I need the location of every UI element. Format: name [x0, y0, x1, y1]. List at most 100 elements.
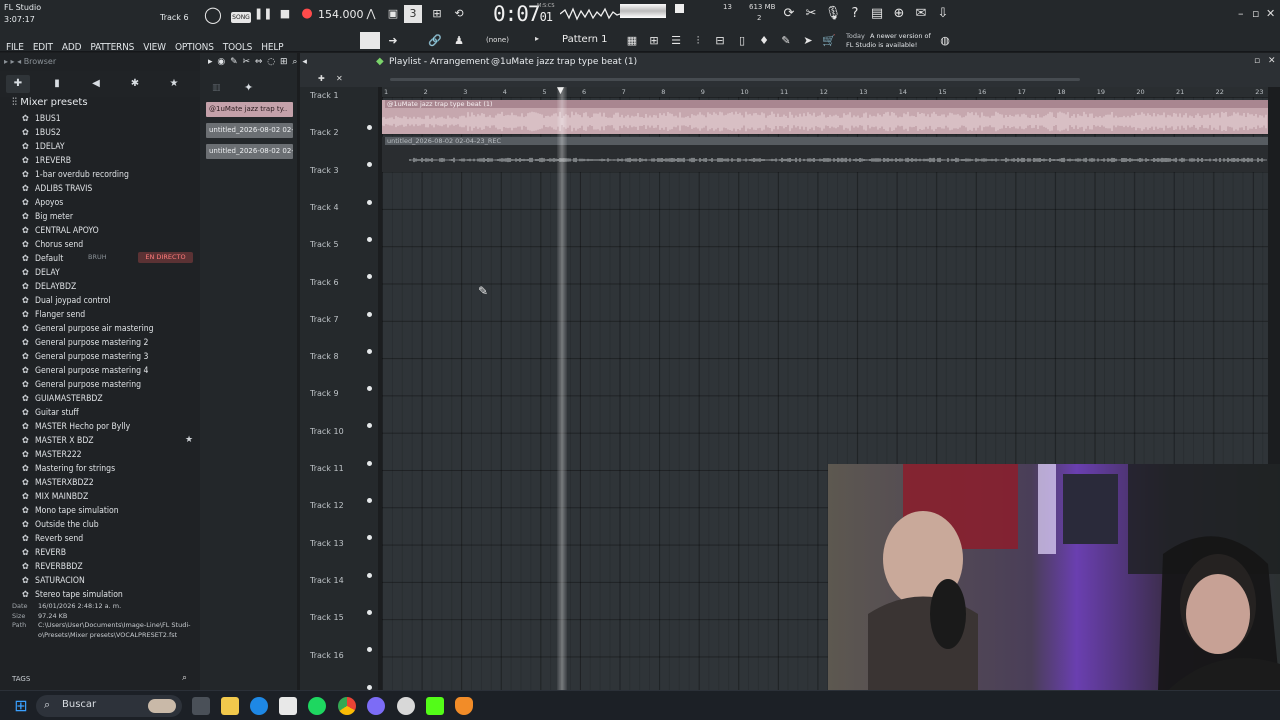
preset-item[interactable]: ✿ Reverb send — [22, 534, 83, 544]
preset-item[interactable]: ✿ 1REVERB — [22, 156, 71, 166]
timeline-ruler[interactable]: 1 2 3 4 5 6 7 8 9 10 11 12 13 14 15 16 17 18 19 20 21 22 23 — [382, 87, 1268, 97]
horizontal-scrollbar[interactable] — [390, 78, 1080, 81]
playlist-tools-icons[interactable]: ▸ ◉ ✎ ✂ ⇔ ◌ ⊞ ⌕ ◂ — [208, 57, 308, 67]
maximize-icon[interactable]: ▫ — [1252, 7, 1259, 20]
track-mute-led[interactable] — [367, 274, 372, 280]
edge-icon[interactable] — [250, 697, 268, 715]
track-name[interactable]: Track 14 — [310, 576, 344, 585]
preset-item[interactable]: ✿ MASTER X BDZ — [22, 436, 94, 446]
microphone-icon[interactable]: 🎙 — [824, 5, 842, 23]
track-name[interactable]: Track 15 — [310, 613, 344, 622]
file-explorer-icon[interactable] — [221, 697, 239, 715]
tempo-display[interactable]: 154.000 — [318, 8, 364, 21]
countdown-icon[interactable]: 3 — [404, 5, 422, 23]
step-edit-icon[interactable]: ⊞ — [428, 5, 446, 23]
export-icon[interactable]: ➤ — [799, 32, 817, 50]
track-name[interactable]: Track 9 — [310, 389, 339, 398]
mixer-link-icon[interactable]: ✂ — [802, 5, 820, 23]
playlist-pattern[interactable]: @1uMate jazz trap type beat (1) — [491, 57, 637, 67]
track-name[interactable]: Track 1 — [310, 91, 339, 100]
preset-item[interactable]: ✿ SATURACION — [22, 576, 85, 586]
track-mute-led[interactable] — [367, 498, 372, 503]
preset-item[interactable]: ✿ Default — [22, 254, 63, 264]
preset-item[interactable]: ✿ General purpose mastering 2 — [22, 338, 148, 348]
pattern-name[interactable]: Pattern 1 — [562, 34, 608, 45]
snap-icon[interactable] — [360, 32, 380, 49]
preset-item[interactable]: ✿ 1-bar overdub recording — [22, 170, 129, 180]
track-name[interactable]: Track 7 — [310, 315, 339, 324]
menu-edit[interactable]: EDIT — [33, 42, 53, 53]
track-name[interactable]: Track 4 — [310, 203, 339, 212]
tools-icon[interactable]: ✎ — [777, 32, 795, 50]
typing-keyboard-icon[interactable]: ⋀ — [362, 5, 380, 23]
browser-icon[interactable]: ⊟ — [711, 32, 729, 50]
favorite-star-icon[interactable]: ★ — [185, 435, 193, 445]
picker-pin-icon[interactable]: ▥ — [212, 83, 221, 93]
close-icon[interactable]: ✕ — [1266, 7, 1275, 20]
preset-item[interactable]: ✿ DELAY — [22, 268, 60, 278]
preset-item[interactable]: ✿ Chorus send — [22, 240, 83, 250]
track-mute-led[interactable] — [367, 423, 372, 429]
track-mute-led[interactable] — [367, 647, 372, 653]
menu-help[interactable]: HELP — [261, 42, 283, 53]
record-icon[interactable]: ● — [298, 5, 316, 23]
menu-file[interactable]: FILE — [6, 42, 24, 53]
preset-item[interactable]: ✿ 1BUS2 — [22, 128, 61, 138]
track-mute-led[interactable] — [367, 535, 372, 541]
preset-item[interactable]: ✿ Stereo tape simulation — [22, 590, 123, 600]
track-mute-led[interactable] — [367, 125, 372, 130]
discord-icon[interactable] — [367, 697, 385, 715]
picker-arrows-icon[interactable]: ✦ — [244, 81, 253, 94]
track-mute-led[interactable] — [367, 684, 372, 690]
menu-view[interactable]: VIEW — [143, 42, 166, 53]
stamp-icon[interactable]: ♟ — [450, 32, 468, 50]
minimize-icon[interactable]: – — [1238, 7, 1244, 20]
plugin-picker-icon[interactable]: ♦ — [755, 32, 773, 50]
pause-icon[interactable]: ❚❚ — [254, 5, 272, 23]
preset-item[interactable]: ✿ Outside the club — [22, 520, 99, 530]
save-icon[interactable]: ▤ — [868, 5, 886, 23]
file-icon[interactable]: ▯ — [733, 32, 751, 50]
audio-clip-beat[interactable]: @1uMate jazz trap type beat (1) — [382, 100, 1268, 134]
picker-clip[interactable]: untitled_2026-08-02 02-.. — [206, 144, 293, 159]
plugin-tab-icon[interactable]: ✱ — [123, 75, 147, 93]
track-name[interactable]: Track 6 — [310, 278, 339, 287]
preset-item[interactable]: ✿ Mastering for strings — [22, 464, 115, 474]
preset-item[interactable]: ✿ MASTERXBDZ2 — [22, 478, 94, 488]
preset-item[interactable]: ✿ GUIAMASTERBDZ — [22, 394, 103, 404]
help-icon[interactable]: ? — [846, 5, 864, 23]
all-tab-icon[interactable]: ✚ — [6, 75, 30, 93]
track-mute-led[interactable] — [367, 311, 372, 317]
menu-add[interactable]: ADD — [62, 42, 82, 53]
preset-item[interactable]: ✿ REVERB — [22, 548, 66, 558]
store-icon[interactable] — [279, 697, 297, 715]
preset-item[interactable]: ✿ Dual joypad control — [22, 296, 110, 306]
piano-roll-icon[interactable]: ⊞ — [645, 32, 663, 50]
preset-item[interactable]: ✿ ADLIBS TRAVIS — [22, 184, 92, 194]
track-mute-led[interactable] — [367, 348, 372, 354]
pattern-prev-icon[interactable]: ▸ — [535, 34, 539, 43]
preset-item[interactable]: ✿ Mono tape simulation — [22, 506, 119, 516]
preset-item[interactable]: ✿ MIX MAINBDZ — [22, 492, 88, 502]
collapse-icon[interactable]: ✕ — [336, 74, 343, 83]
preset-item[interactable]: ✿ 1DELAY — [22, 142, 65, 152]
audio-clip-recording[interactable]: untitled_2026-08-02 02-04-23_REC — [382, 137, 1268, 172]
download-icon[interactable]: ⇩ — [934, 5, 952, 23]
track-name[interactable]: Track 11 — [310, 464, 344, 473]
track-name[interactable]: Track 8 — [310, 352, 339, 361]
loop-record-icon[interactable]: ⟲ — [450, 5, 468, 23]
preset-item[interactable]: ✿ Flanger send — [22, 310, 85, 320]
files-tab-icon[interactable]: ▮ — [45, 75, 69, 93]
tag-search-icon[interactable]: ⌕ — [182, 673, 187, 683]
favorites-tab-icon[interactable]: ★ — [162, 75, 186, 93]
preset-item[interactable]: ✿ MASTER222 — [22, 450, 82, 460]
channel-rack-icon[interactable]: ☰ — [667, 32, 685, 50]
preset-item[interactable]: ✿ Apoyos — [22, 198, 63, 208]
track-mute-led[interactable] — [367, 199, 372, 205]
zoom-icon[interactable]: ✚ — [318, 74, 325, 83]
chat-icon[interactable]: ✉ — [912, 5, 930, 23]
track-name[interactable]: Track 10 — [310, 427, 344, 436]
playlist-close-icon[interactable]: ✕ — [1268, 56, 1276, 66]
menu-options[interactable]: OPTIONS — [175, 42, 214, 53]
cart-icon[interactable]: 🛒 — [820, 32, 838, 50]
